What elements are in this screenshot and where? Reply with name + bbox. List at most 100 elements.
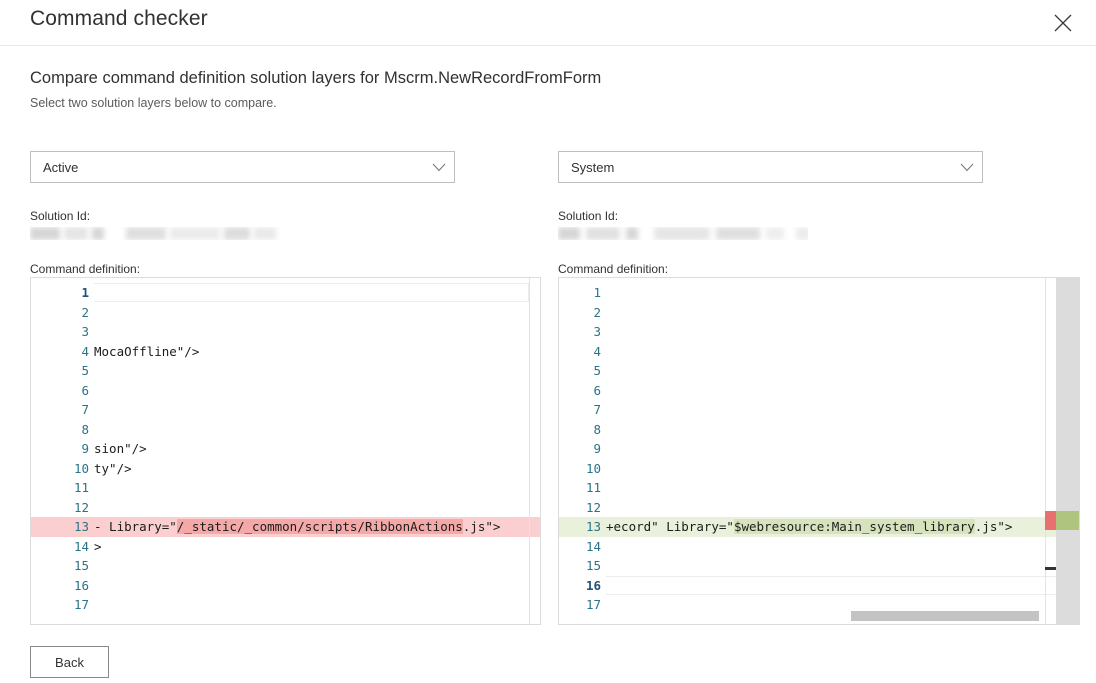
- line-number: 15: [31, 556, 89, 576]
- line-number: 16: [31, 576, 89, 596]
- code-line[interactable]: 13- Library="/_static/_common/scripts/Ri…: [31, 517, 540, 537]
- code-line[interactable]: 9sion"/>: [31, 439, 540, 459]
- code-line[interactable]: 15: [31, 556, 540, 576]
- close-button[interactable]: [1044, 4, 1082, 42]
- left-solution-id-label: Solution Id:: [30, 209, 90, 223]
- right-editor-overview-strip[interactable]: [1056, 278, 1079, 624]
- right-solution-id-value-redacted: [558, 227, 808, 240]
- code-line[interactable]: 2: [559, 303, 1079, 323]
- right-command-definition-editor[interactable]: 12345678910111213+ecord" Library="$webre…: [558, 277, 1080, 625]
- code-line[interactable]: 16: [559, 576, 1079, 596]
- code-line[interactable]: 12: [559, 498, 1079, 518]
- line-number: 15: [559, 556, 601, 576]
- chevron-down-icon: [952, 163, 982, 172]
- code-line[interactable]: 5: [31, 361, 540, 381]
- code-line[interactable]: 7: [559, 400, 1079, 420]
- current-line-highlight: [606, 576, 1068, 595]
- line-number: 7: [31, 400, 89, 420]
- code-line[interactable]: 14: [559, 537, 1079, 557]
- code-line[interactable]: 1: [559, 283, 1079, 303]
- code-line[interactable]: 15: [559, 556, 1079, 576]
- line-number: 3: [559, 322, 601, 342]
- code-line[interactable]: 2: [31, 303, 540, 323]
- line-number: 1: [559, 283, 601, 303]
- line-number: 2: [559, 303, 601, 323]
- code-line[interactable]: 8: [31, 420, 540, 440]
- left-solution-layer-select[interactable]: Active: [30, 151, 455, 183]
- code-line[interactable]: 6: [559, 381, 1079, 401]
- line-number: 17: [559, 595, 601, 615]
- line-number: 8: [559, 420, 601, 440]
- line-number: 6: [31, 381, 89, 401]
- code-line[interactable]: 6: [31, 381, 540, 401]
- line-content: - Library="/_static/_common/scripts/Ribb…: [94, 517, 500, 537]
- line-number: 3: [31, 322, 89, 342]
- line-number: 11: [31, 478, 89, 498]
- line-number: 9: [31, 439, 89, 459]
- code-line[interactable]: 11: [559, 478, 1079, 498]
- right-editor-cursor-marker: [1045, 567, 1056, 570]
- code-line[interactable]: 11: [31, 478, 540, 498]
- code-line[interactable]: 16: [31, 576, 540, 596]
- left-solution-id-value-redacted: [30, 227, 280, 240]
- line-number: 17: [31, 595, 89, 615]
- code-line[interactable]: 10ty"/>: [31, 459, 540, 479]
- code-line[interactable]: 13+ecord" Library="$webresource:Main_sys…: [559, 517, 1079, 537]
- code-line[interactable]: 3: [559, 322, 1079, 342]
- line-number: 12: [31, 498, 89, 518]
- right-editor-overview-insert-mark: [1056, 511, 1079, 530]
- page-title: Command checker: [30, 7, 208, 31]
- line-content: >: [94, 537, 102, 557]
- code-line[interactable]: 10: [559, 459, 1079, 479]
- code-line[interactable]: 9: [559, 439, 1079, 459]
- back-button[interactable]: Back: [30, 646, 109, 678]
- code-line[interactable]: 12: [31, 498, 540, 518]
- code-line[interactable]: 7: [31, 400, 540, 420]
- line-number: 4: [559, 342, 601, 362]
- line-number: 7: [559, 400, 601, 420]
- line-number: 13: [31, 517, 89, 537]
- line-number: 8: [31, 420, 89, 440]
- right-command-definition-label: Command definition:: [558, 262, 668, 276]
- line-number: 5: [559, 361, 601, 381]
- code-line[interactable]: 4MocaOffline"/>: [31, 342, 540, 362]
- right-solution-layer-select[interactable]: System: [558, 151, 983, 183]
- right-solution-id-label: Solution Id:: [558, 209, 618, 223]
- line-text-prefix: Library=": [102, 519, 177, 534]
- line-text-suffix: .js">: [463, 519, 501, 534]
- line-text-suffix: .js">: [975, 519, 1013, 534]
- right-code-area[interactable]: 12345678910111213+ecord" Library="$webre…: [559, 278, 1079, 624]
- code-line[interactable]: 14>: [31, 537, 540, 557]
- right-editor-horizontal-scrollbar[interactable]: [851, 611, 1039, 621]
- line-content: +ecord" Library="$webresource:Main_syste…: [606, 517, 1012, 537]
- left-editor-vertical-scrollbar[interactable]: [529, 278, 540, 624]
- code-line[interactable]: 5: [559, 361, 1079, 381]
- compare-subheading: Select two solution layers below to comp…: [30, 96, 277, 110]
- diff-marker: -: [94, 519, 102, 534]
- dialog-header: Command checker: [0, 0, 1096, 46]
- line-content: MocaOffline"/>: [94, 342, 199, 362]
- line-content: sion"/>: [94, 439, 147, 459]
- code-line[interactable]: 17: [31, 595, 540, 615]
- code-line[interactable]: 1: [31, 283, 540, 303]
- left-command-definition-editor[interactable]: 1234MocaOffline"/>56789sion"/>10ty"/>111…: [30, 277, 541, 625]
- command-checker-dialog: Command checker Compare command definiti…: [0, 0, 1096, 683]
- close-icon: [1053, 13, 1073, 33]
- code-line[interactable]: 4: [559, 342, 1079, 362]
- left-code-area[interactable]: 1234MocaOffline"/>56789sion"/>10ty"/>111…: [31, 278, 540, 624]
- line-text-prefix: ecord" Library=": [614, 519, 734, 534]
- line-number: 1: [31, 283, 89, 303]
- right-editor-vertical-scrollbar[interactable]: [1045, 278, 1056, 624]
- line-number: 14: [559, 537, 601, 557]
- line-number: 10: [559, 459, 601, 479]
- line-number: 14: [31, 537, 89, 557]
- compare-heading: Compare command definition solution laye…: [30, 69, 601, 88]
- line-number: 10: [31, 459, 89, 479]
- current-line-highlight: [94, 283, 529, 302]
- code-line[interactable]: 3: [31, 322, 540, 342]
- code-line[interactable]: 8: [559, 420, 1079, 440]
- left-solution-layer-value: Active: [31, 160, 424, 175]
- line-content: ty"/>: [94, 459, 132, 479]
- diff-token-highlight: /_static/_common/scripts/RibbonActions: [177, 519, 463, 534]
- line-number: 9: [559, 439, 601, 459]
